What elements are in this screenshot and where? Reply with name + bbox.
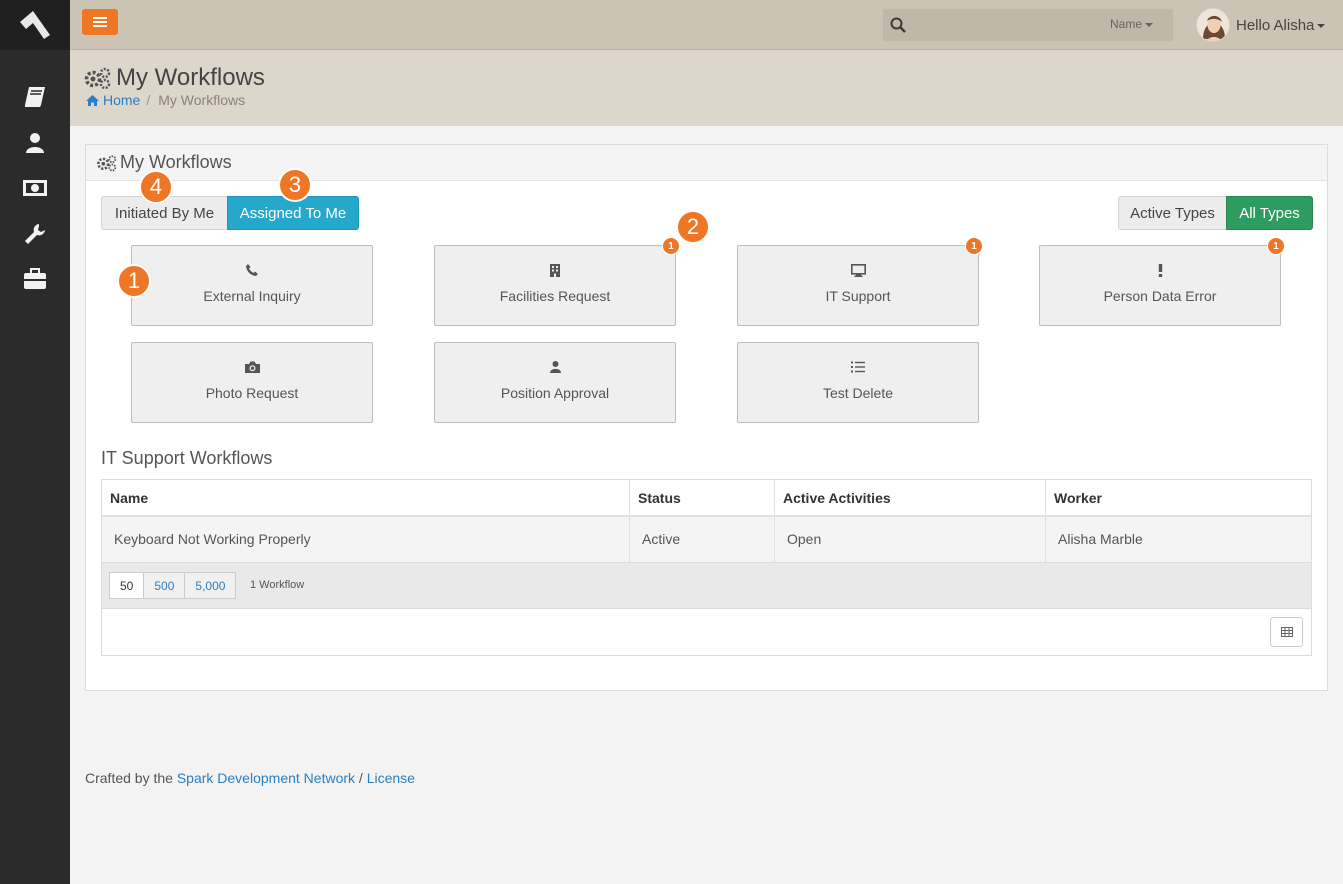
page-header: My Workflows Home / My Workflows	[70, 50, 1343, 126]
footer: Crafted by the Spark Development Network…	[85, 770, 415, 786]
rock-logo[interactable]	[0, 0, 70, 50]
column-header-status[interactable]: Status	[630, 480, 775, 515]
breadcrumb-separator: /	[146, 92, 151, 108]
breadcrumb-home-label: Home	[103, 92, 141, 108]
breadcrumb: Home / My Workflows	[86, 92, 245, 108]
user-icon	[549, 361, 561, 373]
user-menu[interactable]: Hello Alisha	[1196, 7, 1326, 43]
page-size-500[interactable]: 500	[143, 572, 186, 599]
workflow-type-external-inquiry[interactable]: External Inquiry	[131, 245, 373, 326]
home-icon	[86, 94, 99, 106]
gears-icon	[84, 67, 111, 90]
workflow-type-it-support[interactable]: IT Support 1	[737, 237, 983, 326]
search-filter-dropdown[interactable]: Name	[1110, 17, 1153, 31]
list-icon	[851, 361, 865, 373]
grid-actions	[102, 608, 1311, 655]
panel-heading: My Workflows	[86, 145, 1327, 181]
column-header-worker[interactable]: Worker	[1046, 480, 1311, 515]
workflow-type-person-data-error[interactable]: Person Data Error 1	[1039, 237, 1285, 326]
workflow-type-label: Facilities Request	[499, 288, 611, 304]
cell-active-activities: Open	[775, 517, 1046, 562]
search-input[interactable]	[913, 13, 1083, 37]
column-header-name[interactable]: Name	[102, 480, 630, 515]
page-size-50[interactable]: 50	[109, 572, 145, 599]
workflow-type-photo-request[interactable]: Photo Request	[131, 342, 373, 423]
breadcrumb-home-link[interactable]: Home	[86, 92, 140, 108]
search-icon[interactable]	[890, 17, 906, 33]
cell-worker: Alisha Marble	[1058, 531, 1143, 547]
record-count: 1 Workflow	[250, 579, 305, 591]
rock-logo-icon	[20, 11, 50, 39]
grid-pager: 50 500 5,000 1 Workflow	[102, 562, 1311, 608]
callout-1: 1	[117, 264, 151, 298]
page-title-text: My Workflows	[116, 64, 265, 91]
user-greeting-text: Hello Alisha	[1236, 16, 1315, 34]
spark-link[interactable]: Spark Development Network	[177, 770, 355, 786]
footer-separator: /	[358, 770, 363, 786]
table-row[interactable]: Keyboard Not Working Properly Active Ope…	[102, 517, 1311, 562]
panel-title: My Workflows	[120, 152, 232, 172]
count-badge: 1	[965, 237, 983, 255]
callout-3: 3	[278, 168, 312, 202]
menu-toggle-button[interactable]	[82, 9, 118, 35]
sidebar-money-icon[interactable]	[21, 174, 49, 202]
user-greeting: Hello Alisha	[1236, 16, 1326, 34]
cell-name: Keyboard Not Working Properly	[102, 517, 630, 562]
desktop-icon	[850, 264, 866, 277]
license-link[interactable]: License	[367, 770, 415, 786]
grid-header-row: Name Status Active Activities Worker	[102, 480, 1311, 517]
sidebar-person-icon[interactable]	[21, 129, 49, 157]
workflow-type-test-delete[interactable]: Test Delete	[737, 342, 979, 423]
callout-4: 4	[139, 170, 173, 204]
workflow-type-label: Photo Request	[205, 385, 299, 401]
sidebar-book-icon[interactable]	[21, 83, 49, 111]
chevron-down-icon	[1317, 23, 1326, 28]
my-workflows-panel: My Workflows Initiated By Me Assigned To…	[85, 144, 1328, 691]
active-types-toggle[interactable]: Active Types	[1118, 196, 1227, 230]
grid-title: IT Support Workflows	[101, 448, 273, 468]
workflows-grid: Name Status Active Activities Worker Key…	[101, 479, 1312, 656]
table-icon	[1280, 627, 1293, 637]
workflow-type-label: Person Data Error	[1103, 288, 1217, 304]
avatar	[1196, 8, 1230, 42]
cell-status: Active	[630, 517, 775, 562]
building-icon	[550, 264, 560, 277]
exclamation-icon	[1158, 264, 1162, 277]
gears-icon	[97, 154, 117, 171]
sidebar-wrench-icon[interactable]	[21, 220, 49, 248]
all-types-toggle[interactable]: All Types	[1226, 196, 1313, 230]
page-title: My Workflows	[84, 64, 265, 92]
hamburger-icon	[93, 17, 107, 27]
workflow-type-facilities-request[interactable]: Facilities Request 1	[434, 237, 680, 326]
count-badge: 1	[662, 237, 680, 255]
footer-prefix: Crafted by the	[85, 770, 173, 786]
workflow-type-label: External Inquiry	[203, 288, 301, 304]
chevron-down-icon	[1145, 22, 1153, 27]
workflow-type-label: IT Support	[825, 288, 891, 304]
export-excel-button[interactable]	[1270, 617, 1303, 647]
camera-icon	[244, 361, 260, 373]
workflow-type-position-approval[interactable]: Position Approval	[434, 342, 676, 423]
workflow-type-label: Test Delete	[822, 385, 894, 401]
callout-2: 2	[676, 210, 710, 244]
sidebar-briefcase-icon[interactable]	[21, 265, 49, 293]
page-size-5000[interactable]: 5,000	[184, 572, 237, 599]
left-sidebar	[0, 0, 70, 884]
search-filter-label: Name	[1109, 17, 1142, 31]
page-size-group: 50 500 5,000	[109, 572, 237, 599]
column-header-active-activities[interactable]: Active Activities	[775, 480, 1046, 515]
search-box: Name	[883, 9, 1173, 41]
workflow-type-label: Position Approval	[500, 385, 610, 401]
phone-icon	[246, 264, 258, 276]
breadcrumb-current: My Workflows	[158, 92, 246, 108]
top-bar: Name Hello Alisha	[70, 0, 1343, 50]
count-badge: 1	[1267, 237, 1285, 255]
